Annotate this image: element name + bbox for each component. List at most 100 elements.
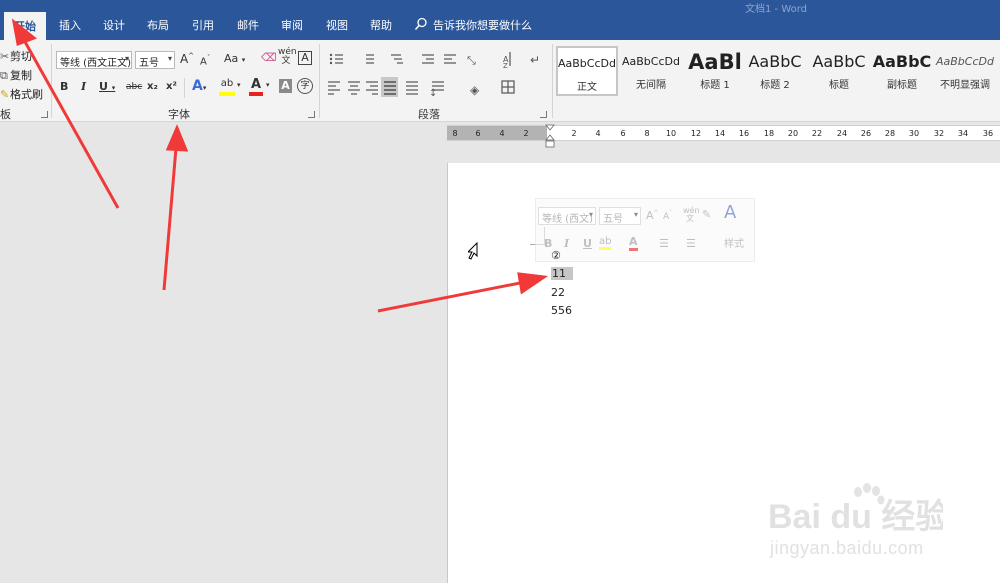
style-no-spacing[interactable]: AaBbCcDd 无间隔 xyxy=(620,46,682,96)
style-heading-2[interactable]: AaBbC 标题 2 xyxy=(744,46,806,96)
mini-shrink-font-button[interactable]: Aˇ xyxy=(663,210,672,222)
tab-mailings[interactable]: 邮件 xyxy=(237,17,259,33)
change-case-button[interactable]: Aa ▾ xyxy=(224,52,245,65)
strikethrough-button[interactable]: abc xyxy=(126,82,142,92)
chevron-down-icon: ▾ xyxy=(167,54,172,63)
highlight-button[interactable]: ab xyxy=(219,78,235,96)
tab-design[interactable]: 设计 xyxy=(103,17,125,33)
doc-line[interactable]: 22 xyxy=(551,286,565,299)
tab-references[interactable]: 引用 xyxy=(192,17,214,33)
font-color-button[interactable]: A xyxy=(249,77,263,96)
mini-bullets-icon[interactable]: ☰ xyxy=(659,237,669,250)
style-normal[interactable]: AaBbCcDd 正文 xyxy=(556,46,618,96)
mini-styles-icon[interactable]: A xyxy=(724,202,736,223)
ruler-tick-label: 12 xyxy=(690,129,702,138)
mini-font-name-value: 等线 (西文) xyxy=(542,214,593,225)
ruler-tick-label: 2 xyxy=(571,129,577,138)
mini-format-painter-icon[interactable]: ✎ xyxy=(702,208,711,221)
mini-toolbar: 等线 (西文) ▾ 五号 ▾ A^ Aˇ wén 文 ✎ A 样式 B I U ab … xyxy=(535,198,755,262)
mini-italic-button[interactable]: I xyxy=(564,237,569,250)
mini-numbering-icon[interactable]: ☰ xyxy=(686,237,696,250)
paragraph-launcher[interactable] xyxy=(540,111,547,118)
style-name: 不明显强调 xyxy=(940,80,990,91)
copy-button[interactable]: ⧉ 复制 xyxy=(0,67,32,83)
italic-button[interactable]: I xyxy=(81,80,86,93)
separator xyxy=(184,78,185,98)
phonetic-guide-glyph: wén 文 xyxy=(278,47,297,66)
bold-button[interactable]: B xyxy=(60,80,68,93)
chevron-down-icon: ▾ xyxy=(124,54,129,63)
style-sample: AaBbC xyxy=(872,52,932,71)
phonetic-guide-button[interactable]: wén 文 xyxy=(278,47,297,66)
enclose-char-button[interactable]: 字 xyxy=(297,78,313,94)
group-separator xyxy=(319,44,320,118)
char-border-button[interactable]: A xyxy=(298,51,312,65)
subscript-button[interactable]: x₂ xyxy=(147,81,158,92)
tab-layout[interactable]: 布局 xyxy=(147,17,169,33)
doc-line-selected[interactable]: 11 xyxy=(551,267,573,280)
mini-font-name-combo[interactable]: 等线 (西文) ▾ xyxy=(538,207,596,225)
ruler-tick-label: 8 xyxy=(452,129,458,138)
mini-font-color-button[interactable]: A xyxy=(629,235,638,251)
style-sample: AaBbCcDd xyxy=(622,55,680,68)
cut-button[interactable]: ✂剪切 xyxy=(0,48,32,64)
style-sample: AaBbC xyxy=(812,52,866,71)
tab-view[interactable]: 视图 xyxy=(326,17,348,33)
mini-highlight-button[interactable]: ab xyxy=(599,236,612,250)
mini-phonetic-button[interactable]: wén 文 xyxy=(683,207,700,223)
doc-line-circled[interactable]: ② xyxy=(551,249,561,262)
chevron-down-icon[interactable]: ▾ xyxy=(266,81,270,89)
ruler-tick-label: 10 xyxy=(665,129,677,138)
watermark-url: jingyan.baidu.com xyxy=(770,538,924,558)
copy-icon: ⧉ xyxy=(0,69,8,82)
underline-button[interactable]: U ▾ xyxy=(99,80,115,93)
format-painter-button[interactable]: ✎格式刷 xyxy=(0,86,43,102)
mini-underline-button[interactable]: U xyxy=(583,237,592,250)
text-effects-glyph: A xyxy=(192,78,203,94)
char-shading-button[interactable]: A xyxy=(279,79,292,93)
clipboard-launcher[interactable] xyxy=(41,111,48,118)
font-size-value: 五号 xyxy=(139,58,159,69)
tab-help[interactable]: 帮助 xyxy=(370,17,392,33)
ruler-tick-label: 18 xyxy=(763,129,775,138)
char-shading-glyph: A xyxy=(281,79,290,92)
grow-font-button[interactable]: A^ xyxy=(180,52,194,66)
tab-review[interactable]: 审阅 xyxy=(281,17,303,33)
tab-home[interactable]: 开始 xyxy=(4,12,46,40)
style-name: 标题 1 xyxy=(700,80,730,91)
chevron-down-icon[interactable]: ▾ xyxy=(237,81,241,89)
style-title[interactable]: AaBbC 标题 xyxy=(808,46,870,96)
superscript-glyph: x² xyxy=(166,81,177,92)
strikethrough-glyph: abc xyxy=(126,82,143,92)
shrink-font-button[interactable]: Aˇ xyxy=(200,54,210,67)
mini-font-size-combo[interactable]: 五号 ▾ xyxy=(599,207,641,225)
clipboard-group-label: 板 xyxy=(0,108,11,121)
text-effects-button[interactable]: A▾ xyxy=(192,78,206,94)
doc-line[interactable]: 556 xyxy=(551,304,572,317)
ruler-tick-label: 34 xyxy=(957,129,969,138)
style-subtle-emphasis[interactable]: AaBbCcDd 不明显强调 xyxy=(934,46,996,96)
style-sample: AaBbC xyxy=(748,52,802,71)
superscript-button[interactable]: x² xyxy=(166,81,177,92)
style-subtitle[interactable]: AaBbC 副标题 xyxy=(871,46,933,96)
font-launcher[interactable] xyxy=(308,111,315,118)
ruler-tick-label: 6 xyxy=(475,129,481,138)
clear-format-icon[interactable]: ⌫ xyxy=(261,51,277,64)
font-size-combo[interactable]: 五号 ▾ xyxy=(135,51,175,69)
ruler-tick-label: 30 xyxy=(908,129,920,138)
bold-glyph: B xyxy=(60,80,69,93)
svg-text:↵: ↵ xyxy=(530,53,540,67)
font-color-glyph: A xyxy=(250,77,262,92)
style-name: 副标题 xyxy=(887,80,917,91)
font-group-label: 字体 xyxy=(168,108,190,121)
mini-grow-font-button[interactable]: A^ xyxy=(646,209,659,222)
arrow-to-font-group xyxy=(162,124,189,291)
style-heading-1[interactable]: AaBl 标题 1 xyxy=(684,46,746,96)
mini-styles-button[interactable]: 样式 xyxy=(724,235,744,250)
grow-font-glyph: A xyxy=(180,52,189,66)
tab-insert[interactable]: 插入 xyxy=(59,17,81,33)
indent-marker-icon[interactable] xyxy=(545,124,555,148)
mouse-cursor-icon xyxy=(468,242,478,260)
tell-me-search[interactable]: 告诉我你想要做什么 xyxy=(433,17,532,33)
font-name-combo[interactable]: 等线 (西文正文) ▾ xyxy=(56,51,132,69)
